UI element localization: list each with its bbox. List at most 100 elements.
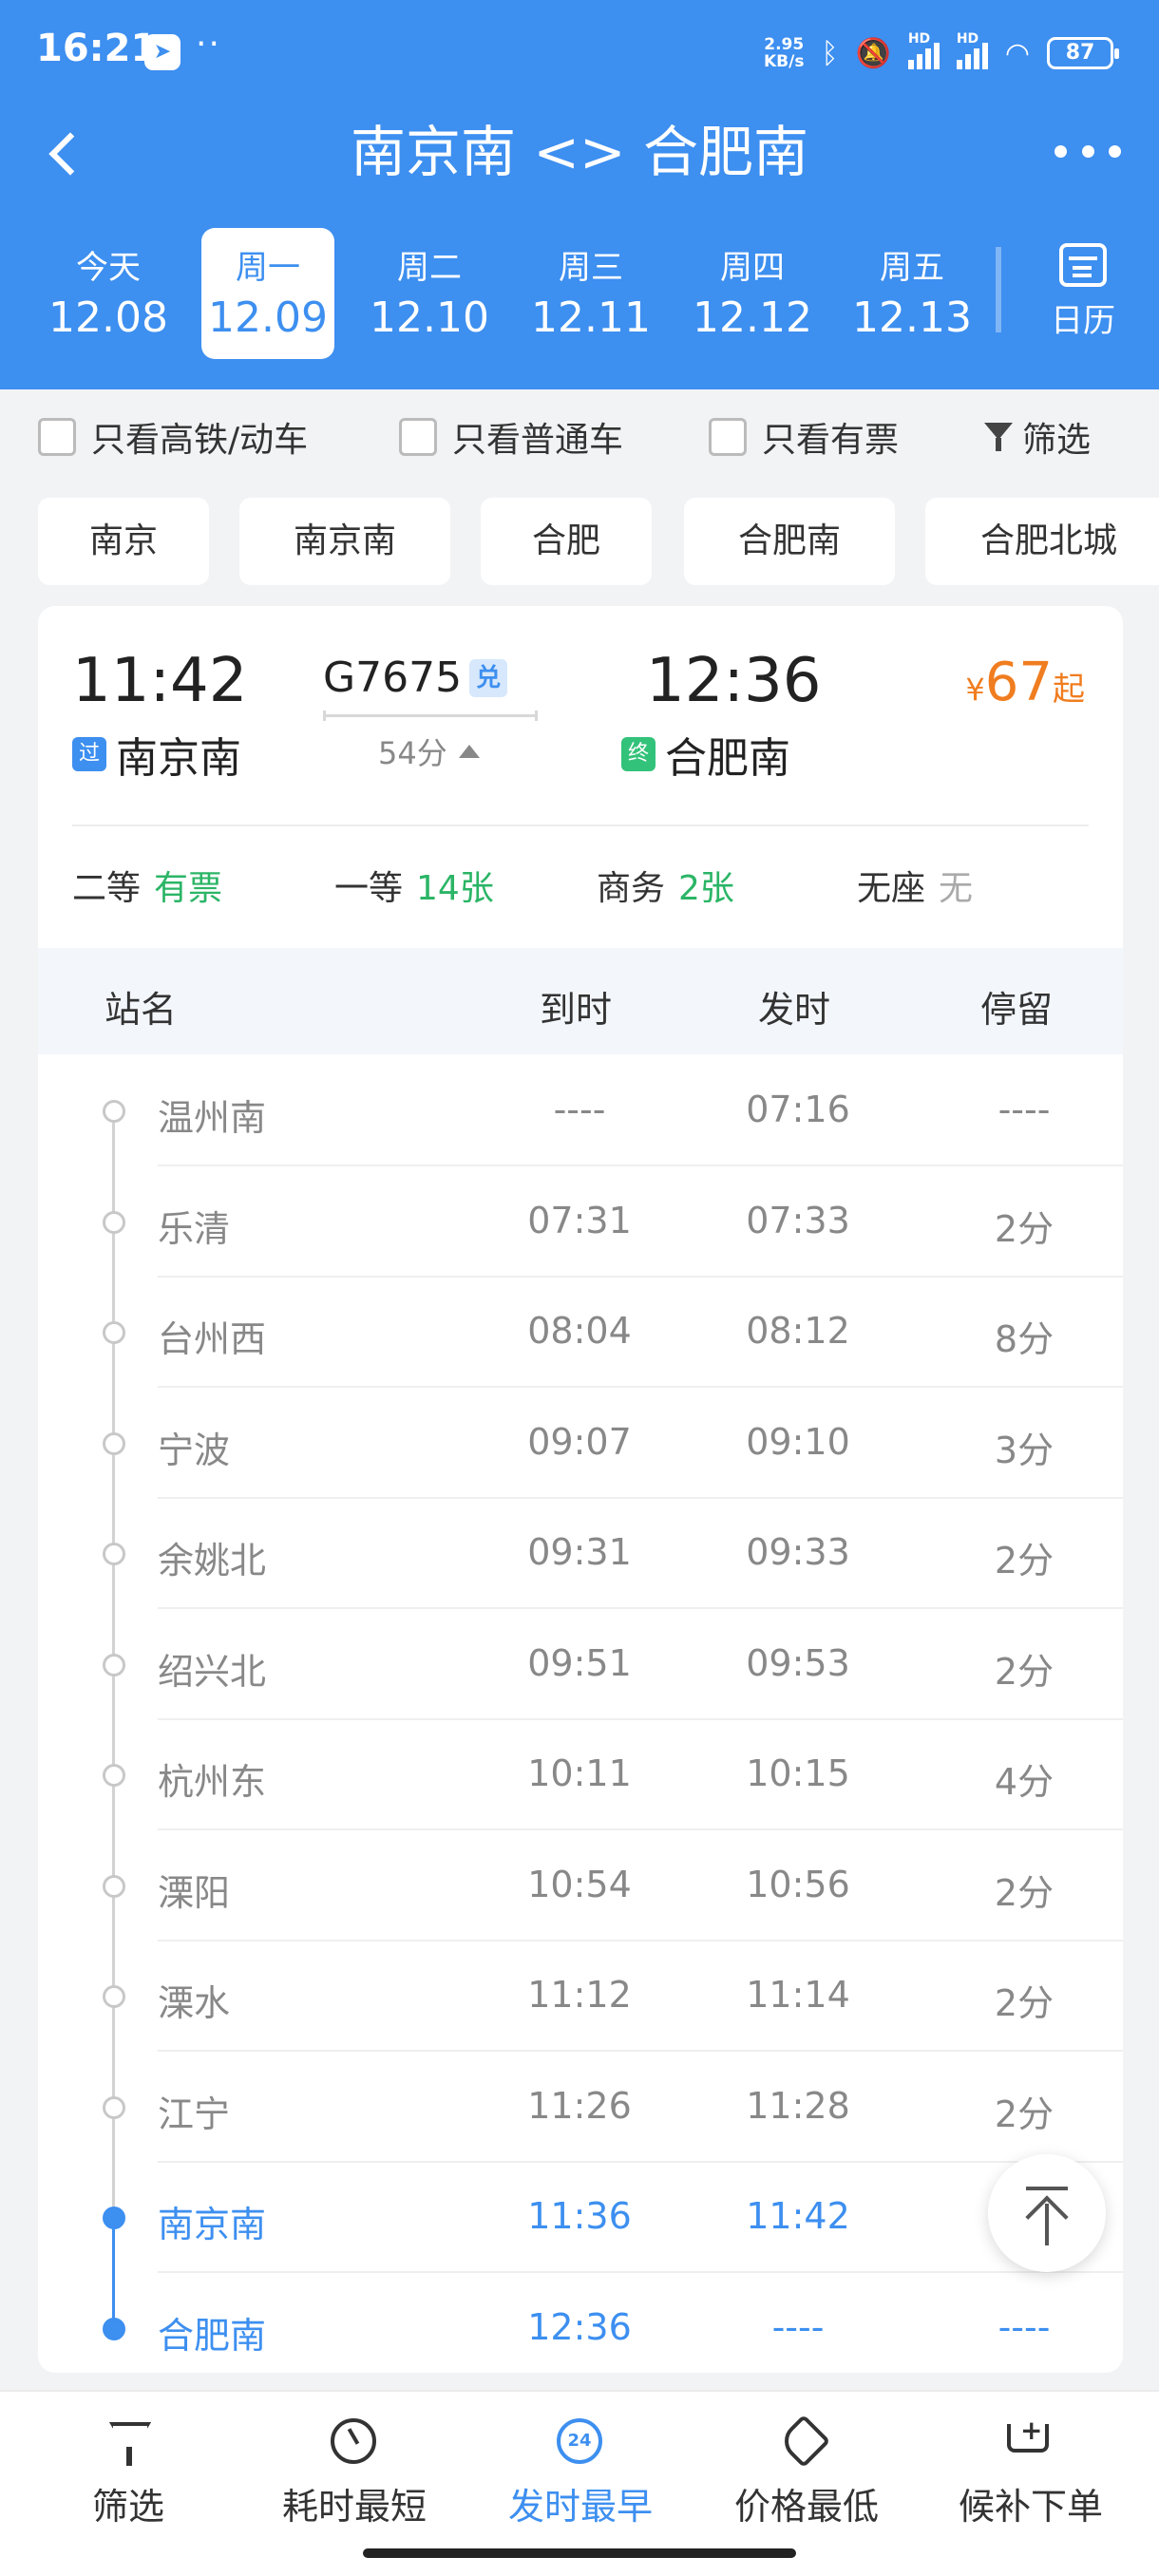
divider [72, 824, 1089, 826]
station-chips: 南京 南京南 合肥 合肥南 合肥北城 [0, 494, 1159, 589]
table-row: 台州西 08:04 08:12 8分 [38, 1278, 1123, 1388]
seat-availability: 有票 [154, 869, 223, 908]
available-only-checkbox[interactable]: 只看有票 [709, 412, 899, 462]
net-speed-value: 2.95 [764, 35, 805, 54]
date-value: 12.11 [531, 294, 651, 342]
stop-depart: 07:33 [746, 1199, 850, 1241]
duration-text: 54分 [378, 735, 447, 771]
header: 16:21 ➤ ·· 2.95 KB/s ᛒ 🔕 HD HD ◠ 87 南京南 … [0, 0, 1159, 389]
seat-standing: 无座无 [857, 861, 973, 910]
high-speed-only-checkbox[interactable]: 只看高铁/动车 [38, 412, 308, 462]
stop-name: 杭州东 [158, 1761, 267, 1803]
stop-name: 合肥南 [158, 2314, 267, 2357]
departure-time: 11:42 [72, 646, 248, 716]
filter-label: 筛选 [1022, 421, 1092, 460]
stop-depart: 10:56 [746, 1863, 850, 1905]
cart-add-icon: + [922, 2411, 1140, 2468]
seat-availability: 14张 [416, 869, 494, 908]
stop-depart: 09:10 [746, 1420, 850, 1463]
tab-earliest-departure[interactable]: 24 发时最早 [471, 2411, 690, 2529]
station-chip[interactable]: 南京 [38, 498, 209, 585]
checkbox-label: 只看有票 [762, 421, 900, 460]
stop-stay: 2分 [994, 1650, 1054, 1693]
checkbox-box [38, 418, 76, 456]
timeline-dot [103, 1210, 125, 1234]
route-line [323, 710, 538, 721]
date-tab-4[interactable]: 周四 12.12 [686, 228, 819, 359]
home-indicator[interactable] [363, 2548, 796, 2558]
filter-button[interactable]: 筛选 [984, 412, 1091, 462]
status-bar: 16:21 ➤ ·· 2.95 KB/s ᛒ 🔕 HD HD ◠ 87 [0, 0, 1159, 104]
seat-class: 一等 [334, 869, 404, 908]
stop-stay: 4分 [994, 1761, 1054, 1803]
station-chip[interactable]: 南京南 [239, 498, 450, 585]
stop-arrive: 07:31 [527, 1199, 632, 1241]
date-tab-0[interactable]: 今天 12.08 [42, 228, 175, 359]
station-chip[interactable]: 合肥 [481, 498, 652, 585]
timeline-dot [103, 1874, 125, 1898]
signal-hd-label-2: HD [956, 31, 979, 47]
date-tab-3[interactable]: 周三 12.11 [524, 228, 657, 359]
terminal-tag: 终 [621, 737, 656, 771]
table-row: 南京南 11:36 11:42 [38, 2163, 1123, 2273]
telegram-icon: ➤ [144, 34, 180, 70]
train-number-text: G7675 [323, 653, 463, 702]
date-tab-2[interactable]: 周二 12.10 [363, 228, 496, 359]
timeline-dot [103, 1653, 125, 1676]
stop-arrive: 11:12 [527, 1974, 632, 2016]
tab-label: 发时最早 [507, 2486, 653, 2528]
station-chip[interactable]: 合肥北城 [925, 498, 1159, 585]
more-options-icon[interactable] [1054, 127, 1121, 175]
timeline-dot [103, 2317, 125, 2340]
seat-class: 无座 [857, 869, 926, 908]
stop-arrive: 10:54 [527, 1863, 632, 1905]
table-row: 宁波 09:07 09:10 3分 [38, 1389, 1123, 1499]
stop-depart: 08:12 [746, 1310, 850, 1352]
stop-arrive: 08:04 [527, 1310, 632, 1352]
station-chip[interactable]: 合肥南 [684, 498, 895, 585]
stop-name: 绍兴北 [158, 1650, 267, 1693]
date-tab-1[interactable]: 周一 12.09 [201, 228, 334, 359]
date-tab-5[interactable]: 周五 12.13 [846, 228, 978, 359]
filter-bar: 只看高铁/动车 只看普通车 只看有票 筛选 [0, 389, 1159, 480]
calendar-button[interactable]: 日历 [1026, 228, 1140, 359]
stop-name: 溧阳 [158, 1871, 231, 1914]
status-time: 16:21 [36, 27, 158, 70]
date-value: 12.12 [693, 294, 812, 342]
date-value: 12.10 [370, 294, 489, 342]
header-station: 站名 [104, 989, 178, 1031]
table-row: 乐清 07:31 07:33 2分 [38, 1167, 1123, 1278]
seat-availability: 2张 [678, 869, 734, 908]
table-row: 合肥南 12:36 ---- ---- [38, 2274, 1123, 2384]
arrival-time: 12:36 [646, 646, 822, 716]
normal-train-only-checkbox[interactable]: 只看普通车 [399, 412, 623, 462]
wifi-icon: ◠ [1004, 36, 1030, 70]
price-suffix: 起 [1053, 671, 1085, 709]
tab-shortest-duration[interactable]: 耗时最短 [245, 2411, 464, 2529]
nav-bar: 南京南 <> 合肥南 [0, 104, 1159, 199]
scroll-to-top-button[interactable] [988, 2154, 1106, 2272]
duration-toggle[interactable]: 54分 [378, 729, 480, 773]
tab-lowest-price[interactable]: 价格最低 [697, 2411, 916, 2529]
stop-arrive: 09:31 [527, 1531, 632, 1573]
stop-stay: 3分 [994, 1429, 1054, 1471]
date-value: 12.09 [208, 294, 328, 342]
calendar-label: 日历 [1051, 302, 1115, 340]
timeline-dot [103, 1764, 125, 1787]
checkbox-box [399, 418, 437, 456]
stop-arrive: 11:36 [527, 2195, 632, 2237]
funnel-icon [984, 421, 1013, 453]
stop-depart: 09:33 [746, 1531, 850, 1573]
battery-icon: 87 [1047, 37, 1119, 69]
date-selector: 今天 12.08 周一 12.09 周二 12.10 周三 12.11 周四 1… [0, 228, 1159, 361]
date-weekday: 今天 [76, 249, 141, 287]
tab-filter[interactable]: 筛选 [19, 2411, 238, 2529]
page-title: 南京南 <> 合肥南 [350, 120, 809, 184]
stop-stay: 2分 [994, 1982, 1054, 2024]
departure-station: 过 南京南 [72, 724, 241, 785]
stop-stay: ---- [998, 1089, 1051, 1130]
stop-depart: 10:15 [746, 1752, 850, 1794]
stop-stay: ---- [998, 2305, 1051, 2348]
tab-waitlist-order[interactable]: + 候补下单 [922, 2411, 1140, 2529]
stop-stay: 2分 [994, 2093, 1054, 2135]
